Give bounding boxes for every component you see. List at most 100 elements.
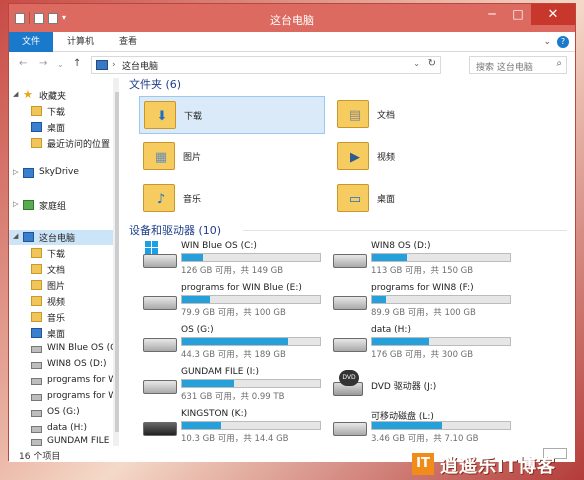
sidebar-item-pictures[interactable]: 图片 <box>9 278 113 293</box>
drive-usage-bar <box>181 421 321 430</box>
hard-drive-icon <box>143 380 177 394</box>
forward-icon[interactable]: → <box>39 58 47 69</box>
drive-tile-h[interactable]: data (H:) 176 GB 可用，共 300 GB <box>331 324 517 362</box>
up-icon[interactable]: ↑ <box>73 58 81 69</box>
folder-tile-videos[interactable]: ▶ 视频 <box>333 138 519 176</box>
cloud-icon <box>23 168 34 178</box>
maximize-button[interactable]: □ <box>505 4 531 25</box>
tab-file[interactable]: 文件 <box>9 32 53 52</box>
drive-space: 89.9 GB 可用，共 100 GB <box>371 308 476 318</box>
recent-locations-icon[interactable]: ⌄ <box>57 60 64 69</box>
sidebar-item-label: data (H:) <box>47 423 87 433</box>
close-button[interactable]: ✕ <box>531 4 575 25</box>
sidebar-item-pc-desktop[interactable]: 桌面 <box>9 326 113 341</box>
sidebar-item-label: 家庭组 <box>39 202 67 212</box>
folder-name: 音乐 <box>183 195 202 205</box>
sidebar-item-homegroup[interactable]: ▷ 家庭组 <box>9 198 113 213</box>
drive-tile-k[interactable]: KINGSTON (K:) 10.3 GB 可用，共 14.4 GB <box>141 408 327 446</box>
item-count: 16 个项目 <box>19 452 61 462</box>
ribbon-tabs: 文件 计算机 查看 ⌄ ? <box>9 32 575 52</box>
folder-icon <box>31 296 42 306</box>
drive-tile-g[interactable]: OS (G:) 44.3 GB 可用，共 189 GB <box>141 324 327 362</box>
sidebar-item-label: 音乐 <box>47 314 66 324</box>
drive-usage-fill <box>372 296 386 303</box>
sidebar-item-label: 桌面 <box>47 330 66 340</box>
drive-tile-c[interactable]: WIN Blue OS (C:) 126 GB 可用，共 149 GB <box>141 240 327 278</box>
drive-tile-f[interactable]: programs for WIN8 (F:) 89.9 GB 可用，共 100 … <box>331 282 517 320</box>
computer-icon <box>23 232 34 242</box>
back-icon[interactable]: ← <box>19 58 27 69</box>
drive-icon <box>31 439 42 446</box>
sidebar-item-drive-d[interactable]: WIN8 OS (D:) <box>9 358 113 373</box>
sidebar-item-label: GUNDAM FILE <box>47 436 110 446</box>
sidebar-item-drive-c[interactable]: WIN Blue OS (C <box>9 342 113 357</box>
sidebar-item-documents[interactable]: 文档 <box>9 262 113 277</box>
group-header-drives[interactable]: 设备和驱动器 (10) <box>129 222 221 238</box>
drive-tile-i[interactable]: GUNDAM FILE (I:) 631 GB 可用，共 0.99 TB <box>141 366 327 404</box>
expand-icon[interactable]: ◢ <box>13 232 18 240</box>
chevron-down-icon[interactable]: ⌄ <box>413 59 420 68</box>
sidebar-item-drive-e[interactable]: programs for W <box>9 374 113 389</box>
sidebar-item-drive-i[interactable]: GUNDAM FILE <box>9 435 113 446</box>
desktop-icon <box>31 122 42 132</box>
drive-usage-fill <box>182 296 210 303</box>
folder-tile-documents[interactable]: ▤ 文档 <box>333 96 519 134</box>
help-icon[interactable]: ? <box>557 36 569 48</box>
sidebar-item-this-pc[interactable]: ◢ 这台电脑 <box>9 230 113 245</box>
drive-name: OS (G:) <box>181 325 214 335</box>
title-bar[interactable]: ▾ 这台电脑 ─ □ ✕ <box>9 4 575 32</box>
sidebar-item-label: 视频 <box>47 298 66 308</box>
drive-tile-d[interactable]: WIN8 OS (D:) 113 GB 可用，共 150 GB <box>331 240 517 278</box>
sidebar-item-skydrive[interactable]: ▷ SkyDrive <box>9 166 113 181</box>
address-bar[interactable]: › 这台电脑 ⌄ ↻ <box>91 56 441 74</box>
drive-tile-l[interactable]: 可移动磁盘 (L:) 3.46 GB 可用，共 7.10 GB <box>331 408 517 446</box>
windows-logo-icon <box>145 241 158 254</box>
folder-tile-music[interactable]: ♪ 音乐 <box>139 180 325 218</box>
sidebar-item-videos[interactable]: 视频 <box>9 294 113 309</box>
sidebar-item-pc-downloads[interactable]: 下载 <box>9 246 113 261</box>
minimize-button[interactable]: ─ <box>479 4 505 25</box>
drive-usage-fill <box>182 338 289 345</box>
drive-usage-fill <box>182 422 221 429</box>
folder-tile-desktop[interactable]: ▭ 桌面 <box>333 180 519 218</box>
breadcrumb[interactable]: 这台电脑 <box>122 59 158 72</box>
drive-space: 10.3 GB 可用，共 14.4 GB <box>181 434 289 444</box>
sidebar-item-music[interactable]: 音乐 <box>9 310 113 325</box>
sidebar-item-desktop[interactable]: 桌面 <box>9 120 113 135</box>
drive-space: 176 GB 可用，共 300 GB <box>371 350 474 360</box>
folder-tile-downloads[interactable]: ⬇ 下载 <box>139 96 325 134</box>
drive-usage-bar <box>181 337 321 346</box>
navigation-pane: ◢ ★ 收藏夹 下载 桌面 最近访问的位置 ▷ SkyDrive ▷ 家庭组 ◢ 这台电脑… <box>9 78 113 446</box>
expand-ribbon-icon[interactable]: ⌄ <box>543 37 551 47</box>
tab-computer[interactable]: 计算机 <box>57 32 104 52</box>
picture-icon: ▦ <box>154 150 168 165</box>
drive-name: WIN8 OS (D:) <box>371 241 431 251</box>
folder-name: 文档 <box>377 111 396 121</box>
sidebar-item-drive-f[interactable]: programs for W <box>9 390 113 405</box>
expand-icon[interactable]: ▷ <box>13 200 18 208</box>
sidebar-item-label: 最近访问的位置 <box>47 140 111 150</box>
drive-space: 79.9 GB 可用，共 100 GB <box>181 308 286 318</box>
folder-icon: ♪ <box>143 184 175 212</box>
breadcrumb-separator[interactable]: › <box>112 60 116 70</box>
drive-tile-e[interactable]: programs for WIN Blue (E:) 79.9 GB 可用，共 … <box>141 282 327 320</box>
drive-usage-bar <box>181 379 321 388</box>
drive-usage-bar <box>371 421 511 430</box>
search-icon[interactable]: ⌕ <box>556 58 562 69</box>
sidebar-item-label: programs for W <box>47 391 113 401</box>
expand-icon[interactable]: ▷ <box>13 168 18 176</box>
search-input[interactable]: 搜索 这台电脑 ⌕ <box>469 56 567 74</box>
tab-view[interactable]: 查看 <box>109 32 147 52</box>
sidebar-item-recent[interactable]: 最近访问的位置 <box>9 136 113 151</box>
folder-tile-pictures[interactable]: ▦ 图片 <box>139 138 325 176</box>
expand-icon[interactable]: ◢ <box>13 90 18 98</box>
content-pane: 文件夹 (6) ⬇ 下载 ▤ 文档 ▦ 图片 ▶ 视频 ♪ 音乐 ▭ 桌面 设备… <box>119 78 575 446</box>
drive-usage-bar <box>371 295 511 304</box>
drive-tile-j[interactable]: DVD DVD 驱动器 (J:) <box>331 366 517 404</box>
drive-usage-fill <box>372 338 429 345</box>
sidebar-item-favorites[interactable]: ◢ ★ 收藏夹 <box>9 88 113 103</box>
sidebar-item-drive-g[interactable]: OS (G:) <box>9 406 113 421</box>
sidebar-item-downloads[interactable]: 下载 <box>9 104 113 119</box>
group-header-folders[interactable]: 文件夹 (6) <box>129 78 181 92</box>
refresh-icon[interactable]: ↻ <box>428 58 436 69</box>
